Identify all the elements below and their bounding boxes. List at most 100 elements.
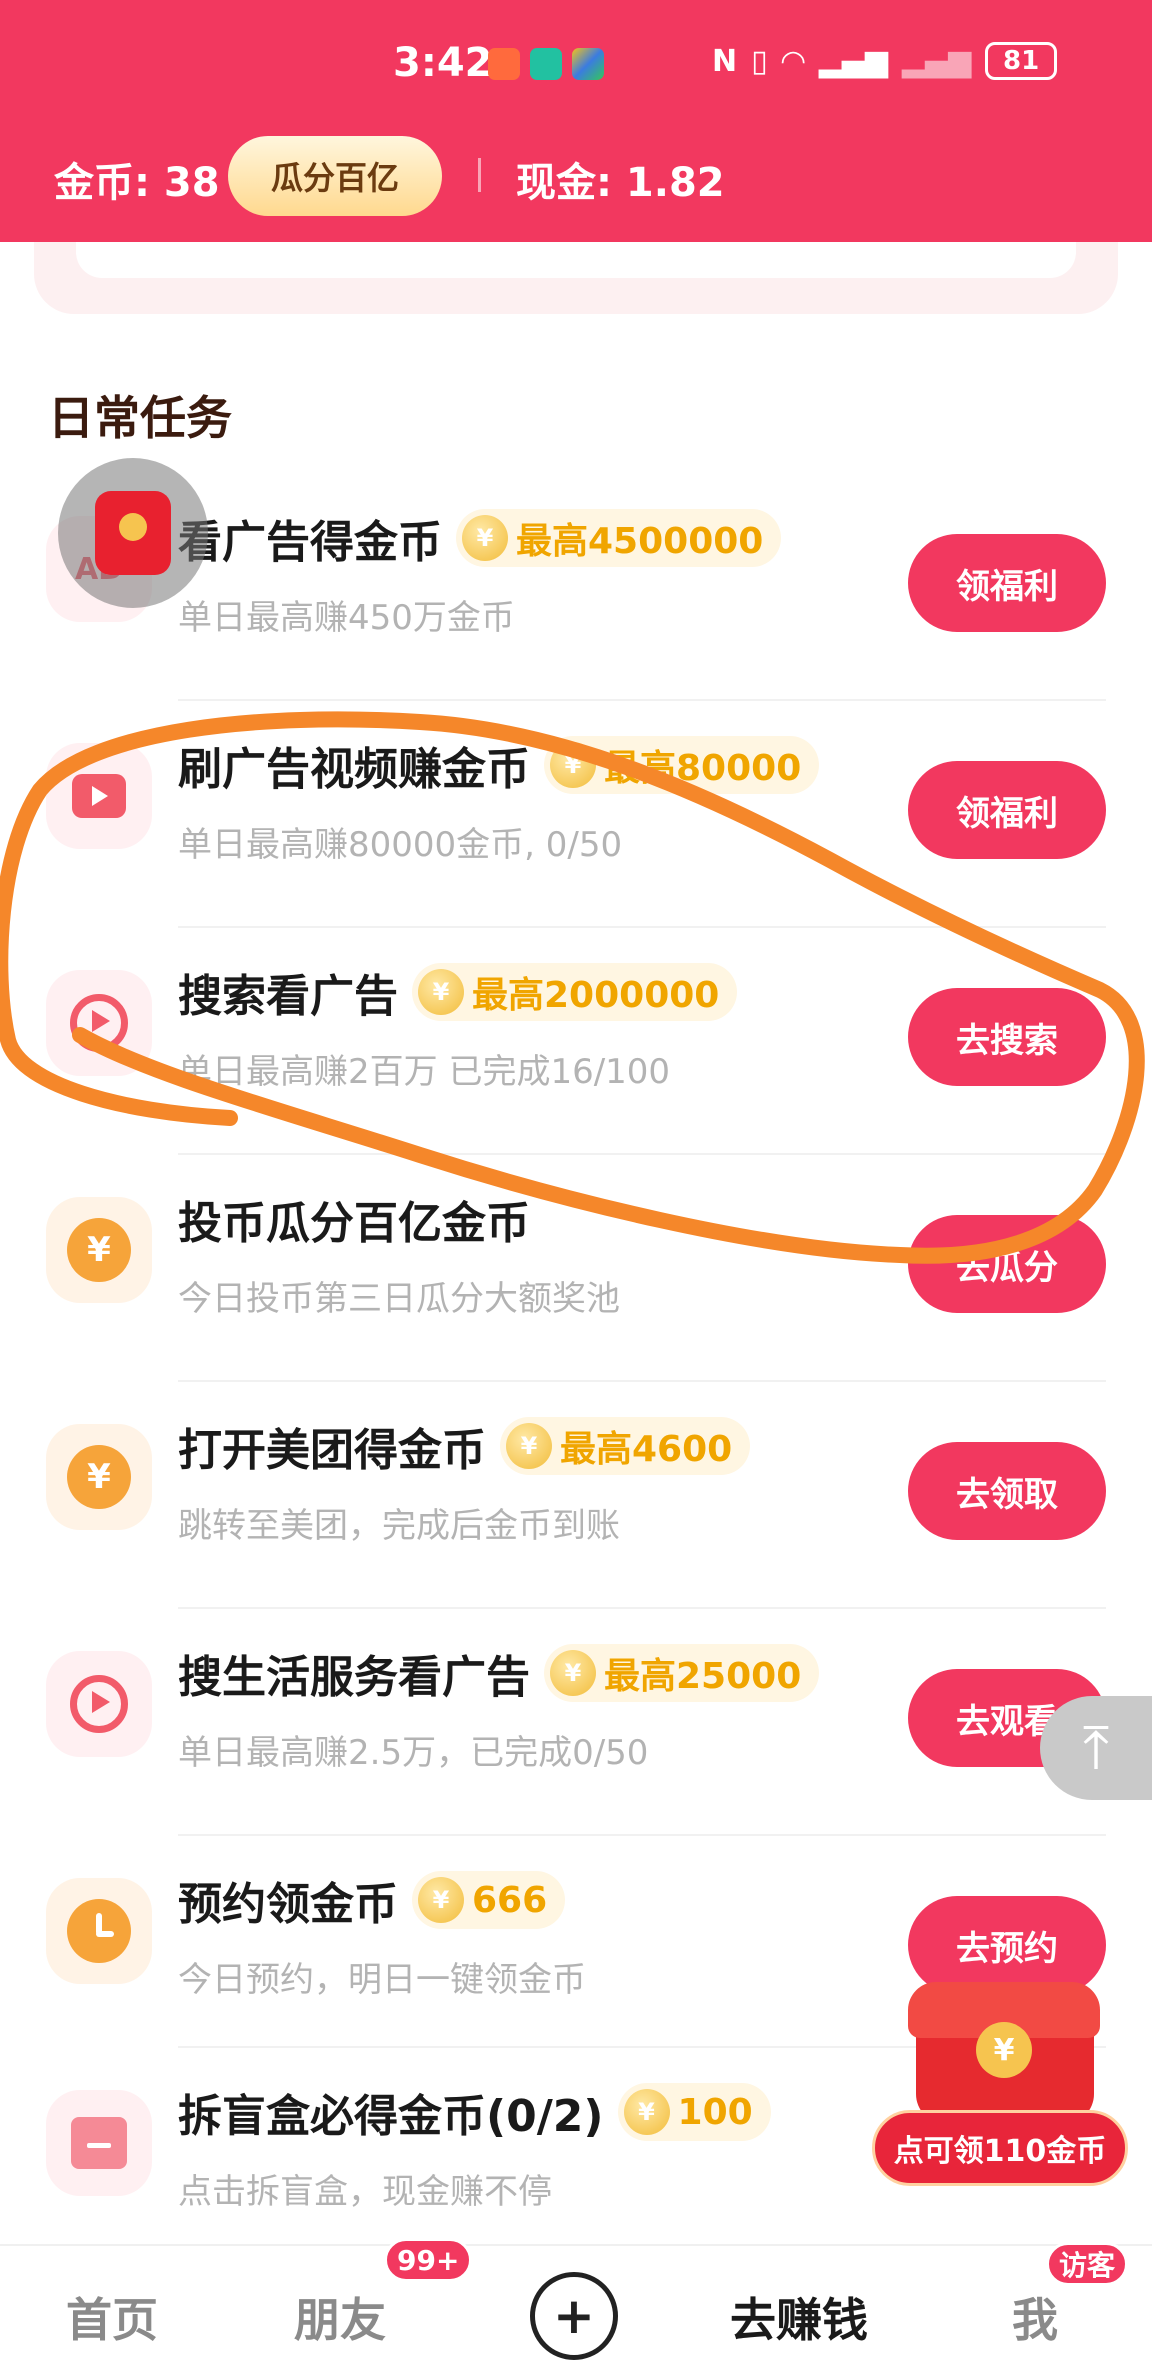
task-title: 拆盲盒必得金币(0/2) bbox=[178, 2091, 604, 2142]
signal-icon: ▂▄▆ bbox=[818, 43, 888, 79]
yen-coin-icon: ¥ bbox=[46, 1197, 152, 1303]
row-divider bbox=[178, 1153, 1106, 1155]
reward-badge: ¥ 最高4500000 bbox=[456, 509, 782, 567]
task-title: 预约领金币 bbox=[178, 1879, 398, 1930]
reward-text: 100 bbox=[677, 2091, 753, 2133]
coin-icon: ¥ bbox=[418, 1877, 464, 1923]
header-divider bbox=[478, 158, 481, 192]
status-app-icons bbox=[488, 48, 604, 80]
task-subtitle: 今日预约，明日一键领金币 bbox=[178, 1960, 586, 2000]
create-plus-button[interactable]: + bbox=[530, 2272, 618, 2360]
wifi-icon: ◠ bbox=[781, 43, 805, 79]
task-row: ¥ 投币瓜分百亿金币 今日投币第三日瓜分大额奖池 去瓜分 bbox=[0, 1153, 1152, 1380]
task-subtitle: 点击拆盲盒，现金赚不停 bbox=[178, 2172, 552, 2212]
red-envelope-float-button[interactable] bbox=[58, 458, 208, 608]
task-action-button[interactable]: 领福利 bbox=[908, 761, 1106, 859]
coin-icon: ¥ bbox=[623, 2089, 670, 2135]
row-divider bbox=[178, 926, 1106, 928]
treasure-box-widget[interactable]: ¥ bbox=[898, 1978, 1110, 2128]
battery-indicator: 81 bbox=[985, 42, 1058, 80]
task-action-button[interactable]: 去搜索 bbox=[908, 988, 1106, 1086]
treasure-coin-icon: ¥ bbox=[976, 2022, 1032, 2078]
task-title: 打开美团得金币 bbox=[178, 1425, 486, 1476]
task-title-row: 投币瓜分百亿金币 bbox=[178, 1187, 530, 1251]
task-title: 投币瓜分百亿金币 bbox=[178, 1198, 530, 1249]
bottom-nav: 首页 朋友 99+ + 去赚钱 我 访客 bbox=[0, 2238, 1152, 2376]
task-subtitle: 单日最高赚2.5万，已完成0/50 bbox=[178, 1733, 649, 1773]
coin-icon: ¥ bbox=[506, 1423, 552, 1469]
balance-bar: 金币: 38 瓜分百亿 现金: 1.82 bbox=[0, 128, 1152, 218]
task-title-row: 搜索看广告 ¥ 最高2000000 bbox=[178, 960, 738, 1024]
task-title-row: 打开美团得金币 ¥ 最高4600 bbox=[178, 1414, 751, 1478]
coin-balance: 金币: 38 bbox=[54, 160, 220, 206]
row-divider bbox=[178, 1834, 1106, 1836]
coin-icon: ¥ bbox=[550, 742, 596, 788]
task-title-row: 搜生活服务看广告 ¥ 最高25000 bbox=[178, 1641, 820, 1705]
task-title-row: 预约领金币 ¥ 666 bbox=[178, 1868, 566, 1932]
task-row: 刷广告视频赚金币 ¥ 最高80000 单日最高赚80000金币, 0/50 领福… bbox=[0, 699, 1152, 926]
reward-badge: ¥ 最高4600 bbox=[500, 1417, 751, 1475]
coin-icon: ¥ bbox=[462, 515, 508, 561]
reward-text: 最高25000 bbox=[604, 1656, 802, 1697]
reward-text: 最高4500000 bbox=[516, 521, 764, 562]
video-icon bbox=[46, 743, 152, 849]
game-app-icon bbox=[572, 48, 604, 80]
vibrate-icon: ▯ bbox=[751, 43, 768, 79]
task-row: 搜索看广告 ¥ 最高2000000 单日最高赚2百万 已完成16/100 去搜索 bbox=[0, 926, 1152, 1153]
treasure-claim-label[interactable]: 点可领110金币 bbox=[872, 2110, 1128, 2186]
nav-home[interactable]: 首页 bbox=[66, 2284, 158, 2350]
task-title-row: 看广告得金币 ¥ 最高4500000 bbox=[178, 506, 782, 570]
reward-text: 最高2000000 bbox=[472, 975, 720, 1016]
friends-badge: 99+ bbox=[384, 2238, 473, 2282]
task-title-row: 拆盲盒必得金币(0/2) ¥ 100 bbox=[178, 2080, 771, 2144]
task-subtitle: 今日投币第三日瓜分大额奖池 bbox=[178, 1279, 620, 1319]
row-divider bbox=[178, 1607, 1106, 1609]
reward-badge: ¥ 最高80000 bbox=[544, 736, 820, 794]
task-row: 搜生活服务看广告 ¥ 最高25000 单日最高赚2.5万，已完成0/50 去观看 bbox=[0, 1607, 1152, 1834]
coin-icon: ¥ bbox=[550, 1650, 596, 1696]
reward-badge: ¥ 最高25000 bbox=[544, 1644, 820, 1702]
task-subtitle: 跳转至美团，完成后金币到账 bbox=[178, 1506, 620, 1546]
nav-me[interactable]: 我 bbox=[1012, 2284, 1058, 2350]
status-time: 3:42 bbox=[393, 40, 493, 86]
split-billion-button[interactable]: 瓜分百亿 bbox=[228, 136, 442, 216]
search-play-icon bbox=[46, 1651, 152, 1757]
search-play-icon bbox=[46, 970, 152, 1076]
signal-weak-icon: ▂▄▆ bbox=[901, 43, 972, 79]
coin-icon: ¥ bbox=[418, 969, 464, 1015]
reward-badge: ¥ 最高2000000 bbox=[412, 963, 738, 1021]
row-divider bbox=[178, 699, 1106, 701]
previous-card-inner bbox=[76, 242, 1076, 278]
reward-badge: ¥ 666 bbox=[412, 1871, 566, 1929]
gift-icon bbox=[46, 2090, 152, 2196]
section-title: 日常任务 bbox=[48, 391, 232, 445]
task-title: 看广告得金币 bbox=[178, 517, 442, 568]
task-title-row: 刷广告视频赚金币 ¥ 最高80000 bbox=[178, 733, 820, 797]
task-subtitle: 单日最高赚450万金币 bbox=[178, 598, 515, 638]
status-indicators: N ▯ ◠ ▂▄▆ ▂▄▆ 81 bbox=[712, 42, 1058, 80]
nfc-icon: N bbox=[712, 43, 738, 79]
task-action-button[interactable]: 领福利 bbox=[908, 534, 1106, 632]
yen-coin-icon: ¥ bbox=[46, 1424, 152, 1530]
nav-friends[interactable]: 朋友 bbox=[294, 2284, 386, 2350]
task-title: 搜索看广告 bbox=[178, 971, 398, 1022]
task-title: 搜生活服务看广告 bbox=[178, 1652, 530, 1703]
task-action-button[interactable]: 去瓜分 bbox=[908, 1215, 1106, 1313]
scroll-to-top-button[interactable]: ⤒ bbox=[1040, 1696, 1152, 1800]
reward-text: 最高80000 bbox=[604, 748, 802, 789]
app-notification-icon bbox=[488, 48, 520, 80]
task-subtitle: 单日最高赚80000金币, 0/50 bbox=[178, 825, 623, 865]
app-header: 3:42 N ▯ ◠ ▂▄▆ ▂▄▆ 81 金币: 38 瓜分百亿 现金: 1.… bbox=[0, 0, 1152, 242]
task-subtitle: 单日最高赚2百万 已完成16/100 bbox=[178, 1052, 671, 1092]
task-row: ¥ 打开美团得金币 ¥ 最高4600 跳转至美团，完成后金币到账 去领取 bbox=[0, 1380, 1152, 1607]
reward-badge: ¥ 100 bbox=[617, 2083, 771, 2141]
shield-app-icon bbox=[530, 48, 562, 80]
task-action-button[interactable]: 去领取 bbox=[908, 1442, 1106, 1540]
cash-balance: 现金: 1.82 bbox=[516, 160, 725, 206]
task-title: 刷广告视频赚金币 bbox=[178, 744, 530, 795]
red-envelope-icon bbox=[95, 491, 171, 575]
reward-text: 最高4600 bbox=[560, 1429, 733, 1470]
nav-earn[interactable]: 去赚钱 bbox=[730, 2284, 868, 2350]
status-bar: 3:42 N ▯ ◠ ▂▄▆ ▂▄▆ 81 bbox=[0, 30, 1152, 100]
reward-text: 666 bbox=[472, 1879, 548, 1921]
